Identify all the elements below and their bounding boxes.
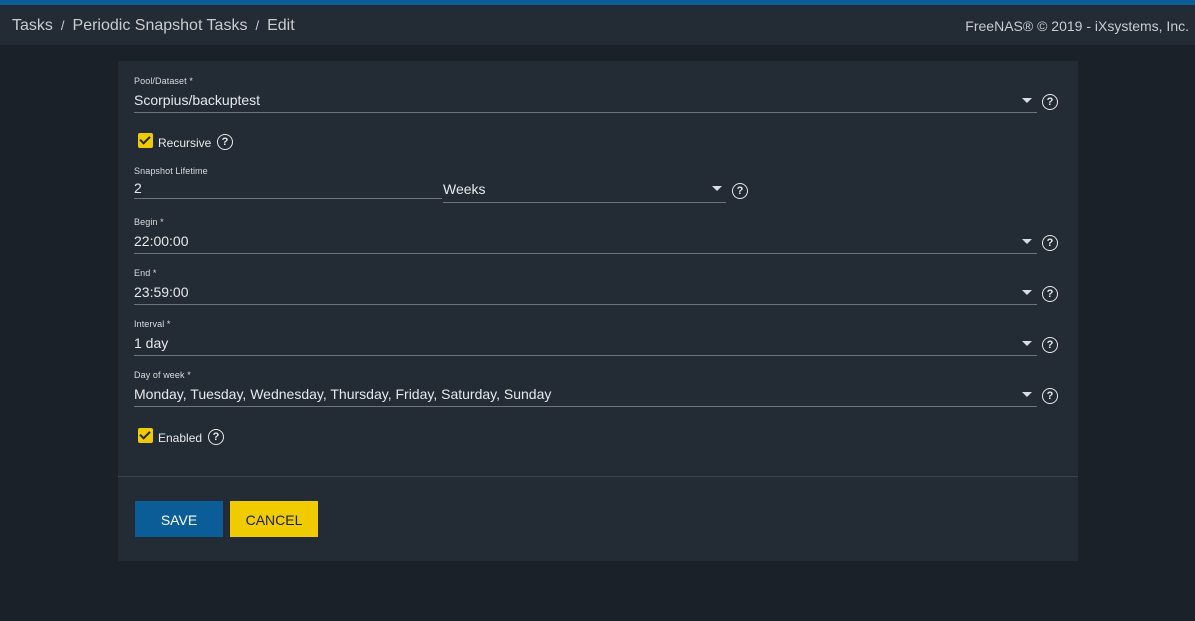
field-underline xyxy=(134,355,1037,356)
day-of-week-select[interactable]: Monday, Tuesday, Wednesday, Thursday, Fr… xyxy=(134,386,551,402)
chevron-down-icon[interactable] xyxy=(1022,341,1032,346)
end-label: End * xyxy=(134,268,157,278)
page-header: Tasks / Periodic Snapshot Tasks / Edit FreeN… xyxy=(0,5,1195,46)
copyright-text: FreeNAS® © 2019 - iXsystems, Inc. xyxy=(965,18,1189,34)
recursive-label[interactable]: Recursive xyxy=(158,136,211,150)
begin-select[interactable]: 22:00:00 xyxy=(134,233,189,249)
begin-label: Begin * xyxy=(134,217,164,227)
end-select[interactable]: 23:59:00 xyxy=(134,284,189,300)
chevron-down-icon[interactable] xyxy=(1022,290,1032,295)
help-icon[interactable]: ? xyxy=(217,134,233,150)
breadcrumb-edit: Edit xyxy=(267,17,295,34)
day-of-week-field: Day of week * Monday, Tuesday, Wednesday… xyxy=(134,370,1037,410)
snapshot-lifetime-input[interactable]: 2 xyxy=(134,180,142,196)
chevron-down-icon[interactable] xyxy=(1022,239,1032,244)
chevron-down-icon[interactable] xyxy=(712,186,722,191)
interval-field: Interval * 1 day xyxy=(134,319,1037,359)
field-underline xyxy=(443,202,726,203)
snapshot-lifetime-label: Snapshot Lifetime xyxy=(134,166,208,176)
field-underline xyxy=(134,253,1037,254)
help-icon[interactable]: ? xyxy=(1042,388,1058,404)
snapshot-lifetime-field: Snapshot Lifetime 2 xyxy=(134,166,442,206)
help-icon[interactable]: ? xyxy=(1042,286,1058,302)
pool-dataset-label: Pool/Dataset * xyxy=(134,76,193,86)
chevron-down-icon[interactable] xyxy=(1022,392,1032,397)
interval-label: Interval * xyxy=(134,319,171,329)
help-icon[interactable]: ? xyxy=(1042,235,1058,251)
breadcrumb-tasks[interactable]: Tasks xyxy=(12,17,53,34)
interval-select[interactable]: 1 day xyxy=(134,335,168,351)
help-icon[interactable]: ? xyxy=(1042,337,1058,353)
form-divider xyxy=(118,476,1078,477)
recursive-checkbox[interactable] xyxy=(138,133,153,148)
help-icon[interactable]: ? xyxy=(1042,94,1058,110)
cancel-button[interactable]: CANCEL xyxy=(230,501,318,537)
save-button[interactable]: SAVE xyxy=(135,501,223,537)
end-field: End * 23:59:00 xyxy=(134,268,1037,308)
field-underline xyxy=(134,112,1037,113)
breadcrumb-separator: / xyxy=(60,18,65,33)
snapshot-lifetime-unit-select[interactable]: Weeks xyxy=(443,181,486,197)
field-underline xyxy=(134,304,1037,305)
day-of-week-label: Day of week * xyxy=(134,370,191,380)
help-icon[interactable]: ? xyxy=(732,183,748,199)
enabled-label[interactable]: Enabled xyxy=(158,431,202,445)
breadcrumb: Tasks / Periodic Snapshot Tasks / Edit xyxy=(12,17,295,35)
help-icon[interactable]: ? xyxy=(208,429,224,445)
enabled-checkbox[interactable] xyxy=(138,428,153,443)
breadcrumb-separator: / xyxy=(255,18,260,33)
breadcrumb-periodic-snapshot-tasks[interactable]: Periodic Snapshot Tasks xyxy=(73,17,248,34)
pool-dataset-field: Pool/Dataset * Scorpius/backuptest xyxy=(134,76,1037,116)
field-underline xyxy=(134,198,442,199)
pool-dataset-select[interactable]: Scorpius/backuptest xyxy=(134,92,260,108)
snapshot-lifetime-unit-field: Weeks xyxy=(443,166,726,206)
chevron-down-icon[interactable] xyxy=(1022,98,1032,103)
snapshot-task-form: Pool/Dataset * Scorpius/backuptest ? Rec… xyxy=(118,61,1078,561)
begin-field: Begin * 22:00:00 xyxy=(134,217,1037,257)
field-underline xyxy=(134,406,1037,407)
